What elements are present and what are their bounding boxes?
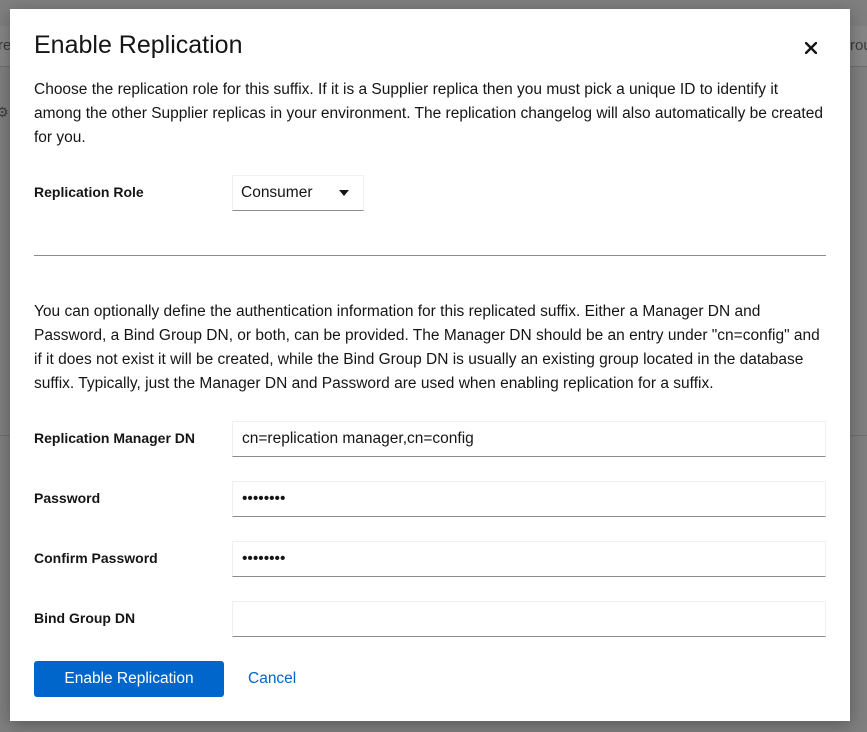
password-input[interactable] bbox=[232, 481, 826, 517]
close-button[interactable] bbox=[800, 37, 822, 59]
manager-dn-label: Replication Manager DN bbox=[34, 430, 196, 446]
manager-dn-input[interactable] bbox=[232, 421, 826, 457]
role-description: Choose the replication role for this suf… bbox=[34, 81, 823, 146]
background-tab-fragment: rou bbox=[850, 37, 867, 54]
gear-icon: ⚙ bbox=[0, 104, 9, 120]
confirm-password-label: Confirm Password bbox=[34, 550, 158, 566]
replication-role-value: Consumer bbox=[241, 184, 313, 201]
auth-description: You can optionally define the authentica… bbox=[34, 303, 820, 392]
replication-role-select[interactable]: Consumer bbox=[232, 175, 364, 211]
bind-group-dn-input[interactable] bbox=[232, 601, 826, 637]
replication-role-label: Replication Role bbox=[34, 184, 144, 200]
enable-replication-modal: Enable Replication Choose the replicatio… bbox=[10, 9, 850, 721]
bind-group-dn-label: Bind Group DN bbox=[34, 610, 136, 626]
password-label: Password bbox=[34, 490, 101, 506]
enable-replication-button[interactable]: Enable Replication bbox=[34, 661, 224, 697]
close-icon bbox=[805, 42, 817, 54]
modal-title: Enable Replication bbox=[34, 31, 243, 59]
section-divider bbox=[34, 255, 826, 256]
caret-down-icon bbox=[339, 190, 349, 196]
cancel-button[interactable]: Cancel bbox=[248, 661, 296, 697]
confirm-password-input[interactable] bbox=[232, 541, 826, 577]
